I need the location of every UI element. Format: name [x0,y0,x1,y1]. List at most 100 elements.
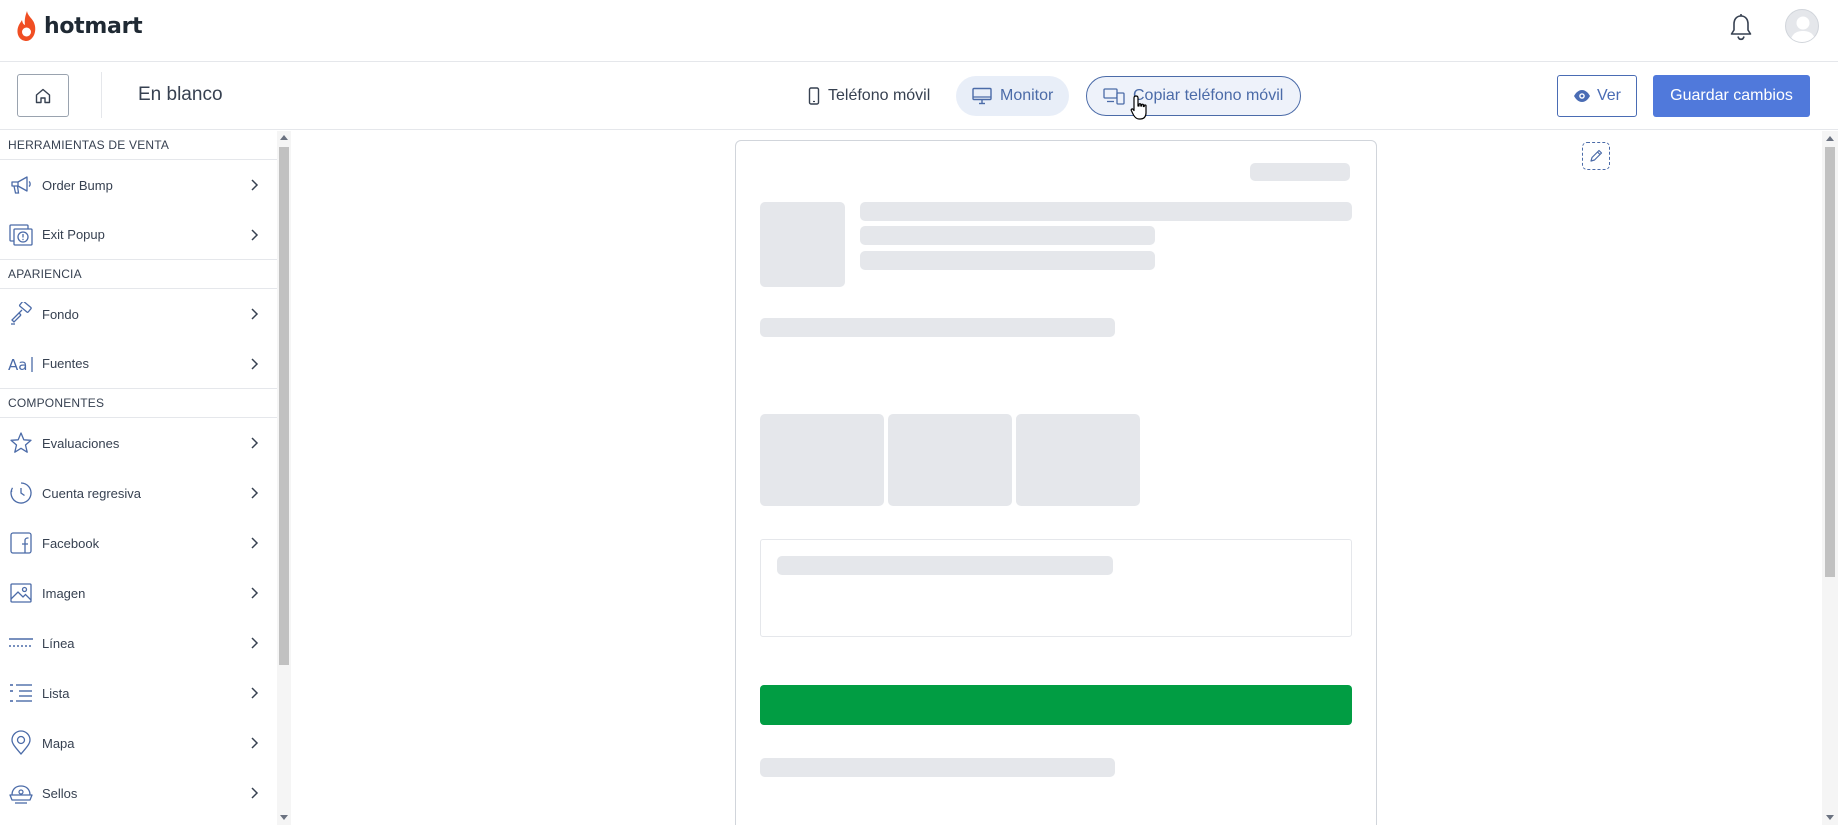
editor-toolbar: En blanco Teléfono móvil Monitor Copiar … [0,62,1838,130]
chevron-right-icon [251,437,259,449]
skeleton-line [760,758,1115,777]
sidebar-item-facebook[interactable]: Facebook [0,518,290,568]
sidebar-item-image[interactable]: Imagen [0,568,290,618]
page-title: En blanco [138,84,223,105]
section-title-appearance: APARIENCIA [0,260,290,289]
sidebar-item-countdown[interactable]: Cuenta regresiva [0,468,290,518]
sidebar-item-label: Exit Popup [42,227,105,242]
sidebar-item-fonts[interactable]: Aa Fuentes [0,339,290,389]
save-changes-button[interactable]: Guardar cambios [1653,75,1810,117]
skeleton-line [860,251,1155,270]
page-preview-frame[interactable] [735,140,1377,825]
notification-bell-icon[interactable] [1727,12,1755,42]
edit-pencil-icon[interactable] [1582,142,1610,170]
sidebar-scroll-up-arrow[interactable] [280,135,288,140]
components-sidebar: HERRAMIENTAS DE VENTA Order Bump Exit Po… [0,131,291,825]
sidebar-item-label: Cuenta regresiva [42,485,141,501]
chevron-right-icon [251,308,259,320]
clock-icon [8,480,34,506]
sidebar-item-order-bump[interactable]: Order Bump [0,160,290,210]
section-title-components: COMPONENTES [0,389,290,418]
map-pin-icon [8,730,34,756]
skeleton-line [760,318,1115,337]
hand-pointer-cursor-icon [1130,95,1147,120]
sidebar-item-seals[interactable]: Sellos [0,768,290,818]
sidebar-scrollbar-thumb[interactable] [279,147,289,665]
skeleton-product-image [760,202,845,287]
skeleton-line [860,226,1155,245]
monitor-icon [972,87,992,105]
chevron-right-icon [251,179,259,191]
home-button[interactable] [17,74,69,117]
user-avatar[interactable] [1785,9,1819,43]
view-button-label: Ver [1596,87,1621,104]
sidebar-item-label: Sellos [42,785,78,801]
chevron-right-icon [251,687,259,699]
chevron-right-icon [251,587,259,599]
editor-canvas [292,131,1838,825]
sidebar-item-list[interactable]: Lista [0,668,290,718]
sidebar-item-background[interactable]: Fondo [0,289,290,339]
view-button[interactable]: Ver [1557,75,1637,117]
seal-icon [8,780,34,806]
flame-logo-icon [17,11,36,41]
skeleton-placeholder [1250,163,1350,181]
chevron-right-icon [251,737,259,749]
sidebar-item-label: Mapa [42,735,75,751]
sidebar-scroll-down-arrow[interactable] [280,815,288,820]
exit-popup-icon [8,222,34,248]
logo-text: hotmart [44,13,143,39]
skeleton-payment-option [888,414,1012,506]
home-icon [35,88,51,103]
chevron-right-icon [251,787,259,799]
view-monitor-button[interactable]: Monitor [956,76,1070,116]
canvas-scrollbar-thumb[interactable] [1825,147,1835,577]
skeleton-payment-option [760,414,884,506]
chevron-right-icon [251,637,259,649]
canvas-scroll-up-arrow[interactable] [1826,136,1834,141]
smartphone-icon [808,87,820,105]
sidebar-item-line[interactable]: Línea [0,618,290,668]
copy-mobile-button[interactable]: Copiar teléfono móvil [1086,76,1301,116]
paint-roller-icon [8,301,34,327]
sidebar-item-label: Facebook [42,535,100,551]
font-icon: Aa [8,351,34,377]
sidebar-item-label: Fondo [42,306,79,322]
chevron-right-icon [251,487,259,499]
skeleton-form-box [760,539,1352,637]
skeleton-line [777,556,1113,575]
sidebar-item-label: Lista [42,685,70,701]
chevron-right-icon [251,537,259,549]
sidebar-item-label: Fuentes [42,356,89,371]
chevron-right-icon [251,229,259,241]
chevron-right-icon [251,358,259,370]
sidebar-item-label: Evaluaciones [42,435,120,451]
view-mobile-button[interactable]: Teléfono móvil [792,76,946,116]
skeleton-payment-option [1016,414,1140,506]
megaphone-icon [8,172,34,198]
top-bar: hotmart [0,0,1838,62]
star-icon [8,430,34,456]
canvas-scroll-down-arrow[interactable] [1826,815,1834,820]
sidebar-item-exit-popup[interactable]: Exit Popup [0,210,290,260]
checkout-cta-button[interactable] [760,685,1352,725]
facebook-icon [8,530,34,556]
view-monitor-label: Monitor [1000,87,1054,104]
sidebar-item-label: Order Bump [42,177,113,193]
sidebar-item-reviews[interactable]: Evaluaciones [0,418,290,468]
svg-text:Aa: Aa [8,356,27,374]
eye-icon [1573,90,1590,102]
skeleton-line [860,202,1352,221]
list-icon [8,680,34,706]
user-silhouette-icon [1790,16,1816,42]
devices-copy-icon [1103,88,1125,105]
sidebar-item-map[interactable]: Mapa [0,718,290,768]
sidebar-item-label: Imagen [42,585,86,601]
hotmart-logo[interactable]: hotmart [14,8,143,44]
toolbar-divider [101,72,102,118]
line-icon [8,630,34,656]
sidebar-item-label: Línea [42,635,75,651]
section-title-sales-tools: HERRAMIENTAS DE VENTA [0,131,290,160]
view-mobile-label: Teléfono móvil [828,87,931,104]
image-icon [8,580,34,606]
